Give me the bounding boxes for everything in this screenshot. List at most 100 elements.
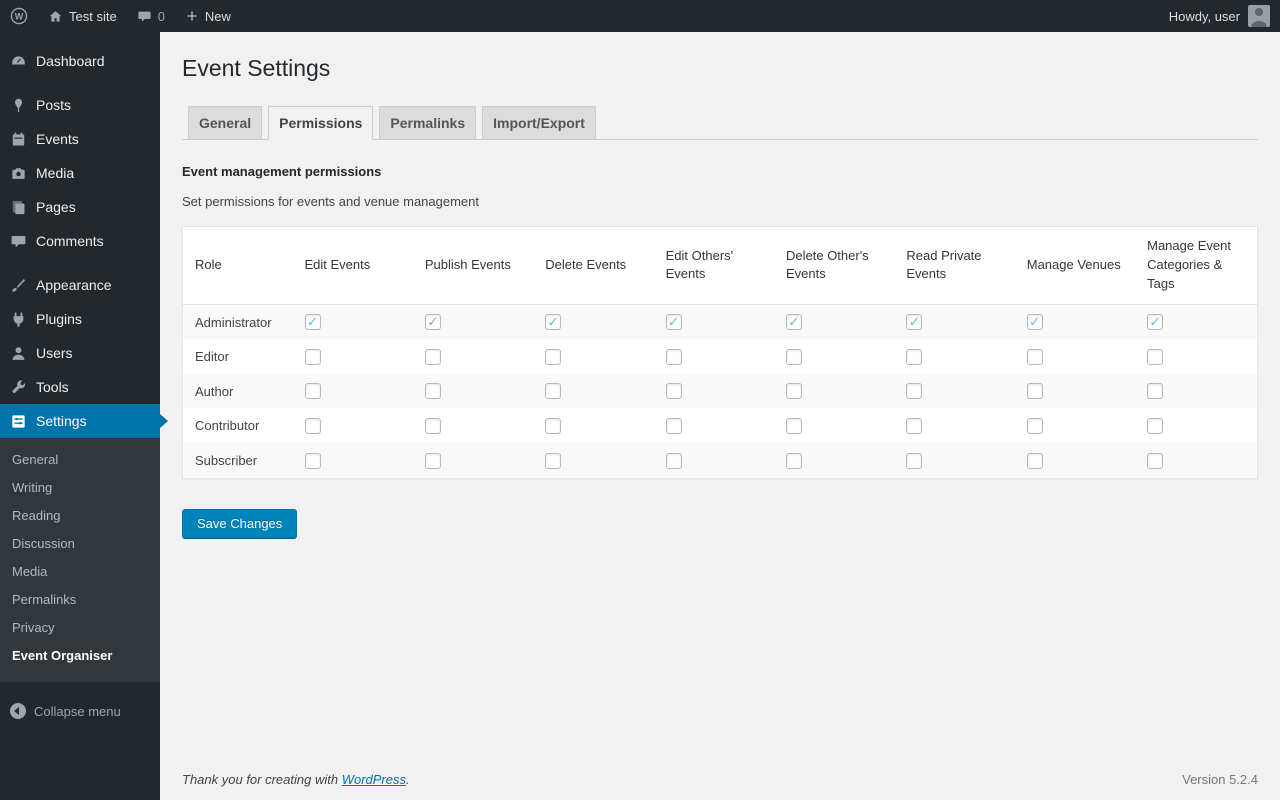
- permission-checkbox-unchecked[interactable]: [304, 417, 321, 434]
- permission-checkbox-unchecked[interactable]: [906, 348, 923, 365]
- permission-checkbox-unchecked[interactable]: [1147, 417, 1164, 434]
- permission-checkbox-unchecked[interactable]: [424, 348, 441, 365]
- permission-checkbox-unchecked[interactable]: [1147, 452, 1164, 469]
- events-icon: [8, 129, 28, 149]
- submenu-item-event-organiser[interactable]: Event Organiser: [0, 642, 160, 670]
- permission-checkbox-unchecked[interactable]: [786, 452, 802, 469]
- sidebar-item-label: Comments: [36, 233, 104, 249]
- submenu-item-discussion[interactable]: Discussion: [0, 530, 160, 558]
- submenu-item-reading[interactable]: Reading: [0, 502, 160, 530]
- submenu-item-general[interactable]: General: [0, 446, 160, 474]
- avatar: [1248, 5, 1270, 27]
- page-title: Event Settings: [182, 55, 331, 81]
- wordpress-logo-menu[interactable]: W: [0, 0, 38, 32]
- sidebar-item-comments[interactable]: Comments: [0, 224, 160, 258]
- column-header-manage-event-categories-tags: Manage Event Categories & Tags: [1137, 226, 1258, 305]
- permission-cell: [295, 408, 415, 443]
- comments-admin-bar-item[interactable]: 0: [127, 0, 175, 32]
- sidebar-item-settings[interactable]: Settings: [0, 404, 160, 438]
- site-name-link[interactable]: Test site: [38, 0, 127, 32]
- permission-checkbox-unchecked[interactable]: [906, 383, 923, 400]
- permission-cell: [295, 304, 415, 339]
- submenu-item-media[interactable]: Media: [0, 558, 160, 586]
- permission-checkbox-unchecked[interactable]: [1147, 348, 1164, 365]
- wordpress-logo-icon: W: [10, 7, 28, 25]
- permission-checkbox-unchecked[interactable]: [1147, 383, 1164, 400]
- permission-checkbox-checked[interactable]: [545, 314, 562, 331]
- permission-checkbox-unchecked[interactable]: [304, 348, 321, 365]
- permission-checkbox-checked[interactable]: [424, 314, 441, 331]
- column-header-delete-events: Delete Events: [535, 226, 656, 305]
- permission-checkbox-unchecked[interactable]: [545, 452, 562, 469]
- permission-checkbox-checked[interactable]: [786, 314, 802, 331]
- permission-checkbox-unchecked[interactable]: [424, 383, 441, 400]
- permission-checkbox-unchecked[interactable]: [1026, 452, 1043, 469]
- permission-cell: [776, 374, 896, 409]
- permission-checkbox-checked[interactable]: [1026, 314, 1043, 331]
- tools-icon: [8, 377, 28, 397]
- users-icon: [8, 343, 28, 363]
- permission-checkbox-unchecked[interactable]: [786, 417, 802, 434]
- tab-import-export[interactable]: Import/Export: [482, 105, 596, 140]
- column-header-edit-others-events: Edit Others' Events: [655, 226, 776, 305]
- tab-permalinks[interactable]: Permalinks: [379, 105, 477, 140]
- howdy-account-menu[interactable]: Howdy, user: [1159, 0, 1280, 32]
- sidebar-item-pages[interactable]: Pages: [0, 190, 160, 224]
- sidebar-item-appearance[interactable]: Appearance: [0, 268, 160, 302]
- permission-checkbox-unchecked[interactable]: [424, 417, 441, 434]
- collapse-menu-button[interactable]: Collapse menu: [0, 694, 160, 728]
- permission-checkbox-unchecked[interactable]: [304, 383, 321, 400]
- tab-permissions[interactable]: Permissions: [268, 105, 374, 141]
- sidebar-item-users[interactable]: Users: [0, 336, 160, 370]
- permission-checkbox-unchecked[interactable]: [906, 452, 923, 469]
- submenu-item-writing[interactable]: Writing: [0, 474, 160, 502]
- permission-checkbox-unchecked[interactable]: [1026, 348, 1043, 365]
- submenu-item-privacy[interactable]: Privacy: [0, 614, 160, 642]
- permission-checkbox-unchecked[interactable]: [665, 383, 682, 400]
- permission-checkbox-unchecked[interactable]: [1026, 417, 1043, 434]
- permission-cell: [415, 339, 535, 374]
- permission-checkbox-unchecked[interactable]: [545, 417, 562, 434]
- permission-checkbox-unchecked[interactable]: [906, 417, 923, 434]
- wordpress-link[interactable]: WordPress: [342, 772, 406, 787]
- admin-sidebar: Dashboard Posts Events Media Pages Comments Ap…: [0, 32, 160, 800]
- sidebar-item-dashboard[interactable]: Dashboard: [0, 44, 160, 78]
- sidebar-item-plugins[interactable]: Plugins: [0, 302, 160, 336]
- admin-bar-left: W Test site 0 New: [0, 0, 241, 32]
- sidebar-item-label: Media: [36, 165, 75, 181]
- tab-general[interactable]: General: [188, 105, 263, 140]
- permission-cell: [1017, 304, 1137, 339]
- permission-cell: [656, 339, 776, 374]
- permission-cell: [295, 339, 415, 374]
- permission-checkbox-unchecked[interactable]: [665, 417, 682, 434]
- menu-separator: [0, 258, 160, 268]
- permission-checkbox-checked[interactable]: [304, 314, 321, 331]
- admin-menu: Dashboard Posts Events Media Pages Comments Ap…: [0, 32, 160, 682]
- permission-checkbox-unchecked[interactable]: [304, 452, 321, 469]
- permission-checkbox-unchecked[interactable]: [424, 452, 441, 469]
- admin-bar-right: Howdy, user: [1159, 0, 1280, 32]
- permission-checkbox-unchecked[interactable]: [665, 452, 682, 469]
- permission-checkbox-unchecked[interactable]: [786, 348, 802, 365]
- role-cell: Author: [195, 383, 234, 399]
- permission-cell: [1137, 339, 1257, 374]
- permission-cell: [776, 339, 896, 374]
- permission-checkbox-checked[interactable]: [1147, 314, 1164, 331]
- permission-checkbox-unchecked[interactable]: [665, 348, 682, 365]
- permission-cell: [656, 443, 776, 478]
- permission-checkbox-unchecked[interactable]: [786, 383, 802, 400]
- permission-checkbox-unchecked[interactable]: [1026, 383, 1043, 400]
- permission-checkbox-unchecked[interactable]: [545, 348, 562, 365]
- sidebar-item-media[interactable]: Media: [0, 156, 160, 190]
- permission-checkbox-unchecked[interactable]: [545, 383, 562, 400]
- section-description: Set permissions for events and venue man…: [182, 194, 480, 210]
- permission-cell: [415, 408, 535, 443]
- new-content-button[interactable]: New: [175, 0, 241, 32]
- sidebar-item-events[interactable]: Events: [0, 122, 160, 156]
- sidebar-item-tools[interactable]: Tools: [0, 370, 160, 404]
- permission-checkbox-checked[interactable]: [665, 314, 682, 331]
- permission-checkbox-checked[interactable]: [906, 314, 923, 331]
- sidebar-item-posts[interactable]: Posts: [0, 88, 160, 122]
- submenu-item-permalinks[interactable]: Permalinks: [0, 586, 160, 614]
- save-changes-button[interactable]: Save Changes: [182, 508, 298, 538]
